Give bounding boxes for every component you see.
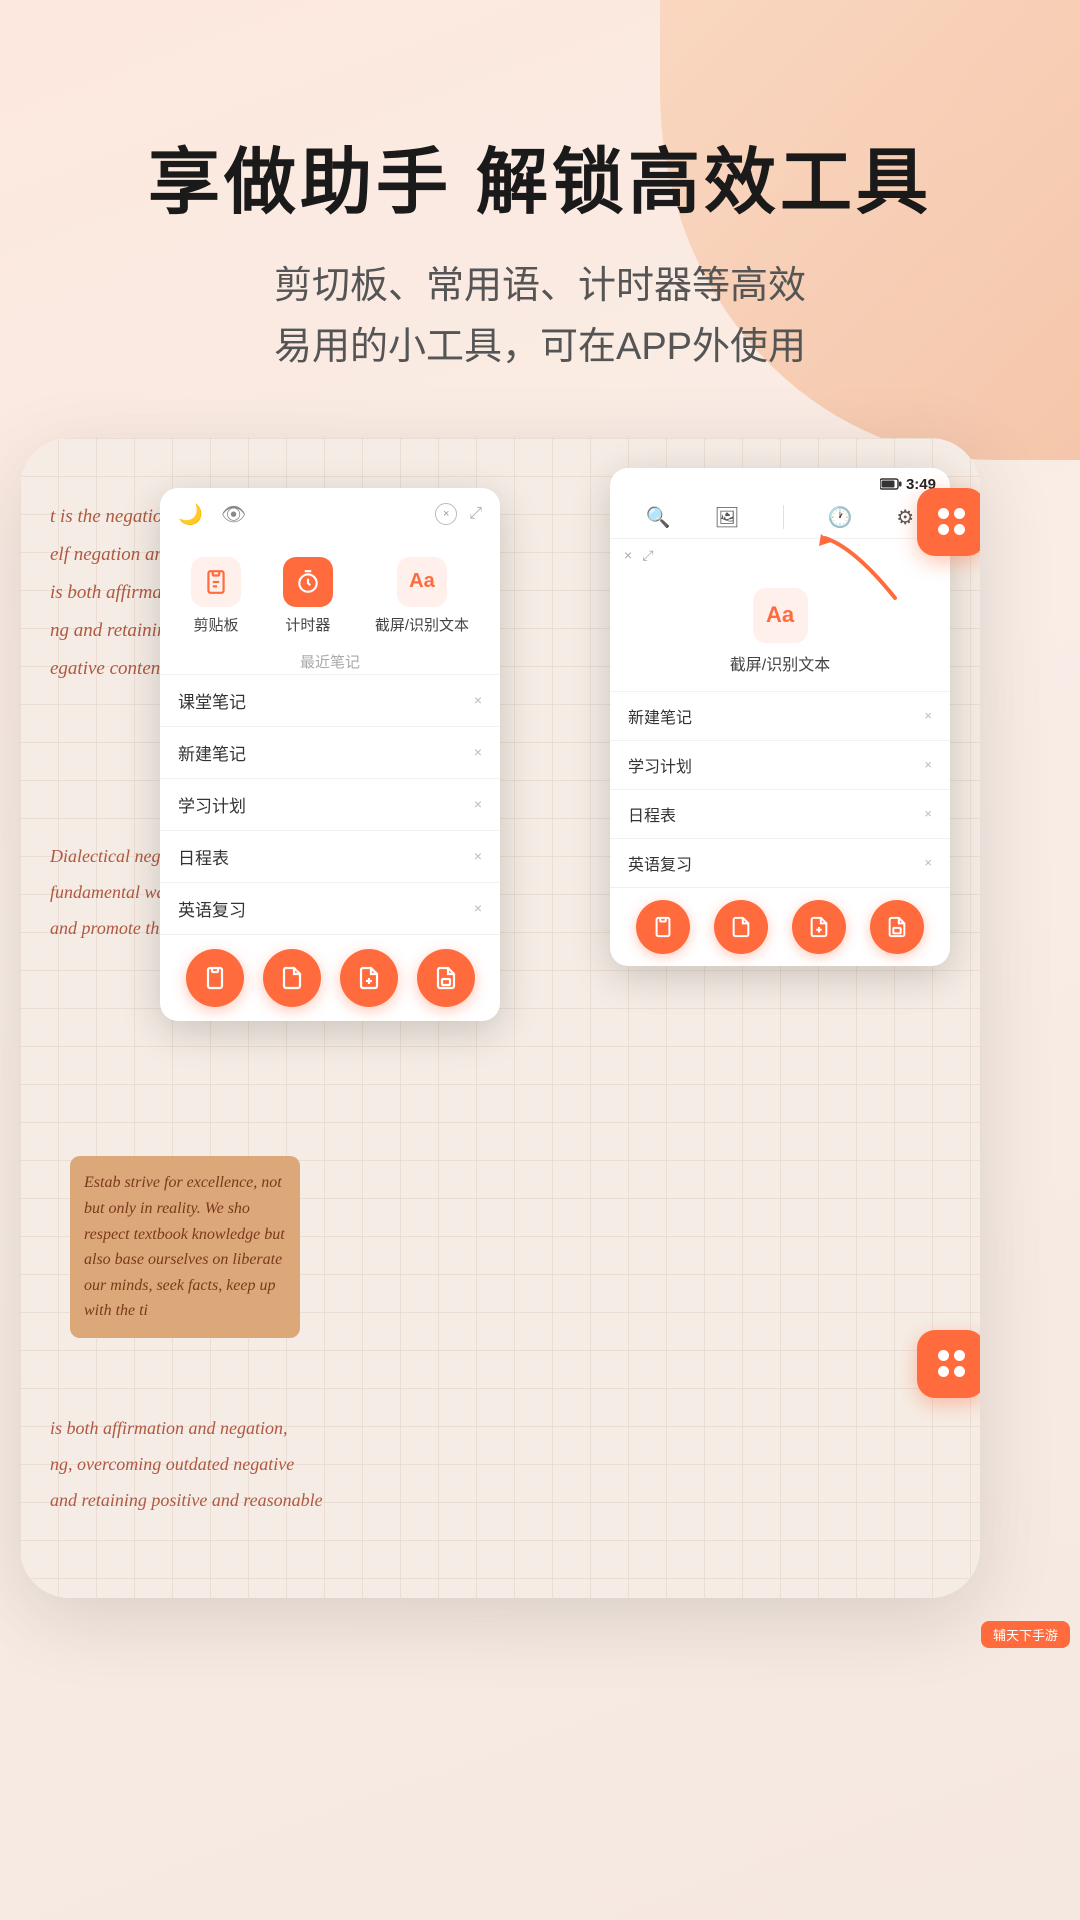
fab-dot-6 xyxy=(954,1350,965,1361)
note-item-5[interactable]: 英语复习 × xyxy=(160,882,500,934)
mini-close-icon[interactable]: × xyxy=(624,547,632,564)
note-name-2: 新建笔记 xyxy=(178,740,246,765)
battery-icon xyxy=(880,478,902,490)
clock-icon[interactable]: 🕐 xyxy=(828,505,853,530)
note-close-1[interactable]: × xyxy=(474,692,482,708)
expand-icon[interactable]: ⤢ xyxy=(469,505,482,523)
action-btn-4[interactable] xyxy=(417,949,475,1007)
right-note-close-2[interactable]: × xyxy=(924,757,932,772)
recent-notes-title: 最近笔记 xyxy=(160,643,500,674)
ocr-label: 截屏/识别文本 xyxy=(730,651,830,675)
mini-expand-icon[interactable]: ⤢ xyxy=(642,547,653,564)
zoom-icon[interactable]: 🔍 xyxy=(646,505,671,530)
tab-clipboard-label: 剪贴板 xyxy=(193,614,238,635)
device-inner: t is the negation of things elf negation… xyxy=(20,438,980,1598)
clipboard-icon xyxy=(191,557,241,607)
ocr-tab-icon: Aa xyxy=(397,557,447,607)
right-note-close-3[interactable]: × xyxy=(924,806,932,821)
action-btn-1[interactable] xyxy=(186,949,244,1007)
device-card: t is the negation of things elf negation… xyxy=(20,438,980,1598)
note-item-2[interactable]: 新建笔记 × xyxy=(160,726,500,778)
right-note-name-4: 英语复习 xyxy=(628,851,692,875)
page-wrapper: 享做助手 解锁高效工具 剪切板、常用语、计时器等高效 易用的小工具，可在APP外… xyxy=(0,0,1080,1920)
status-bar: 3:49 xyxy=(610,468,950,497)
right-note-item-2[interactable]: 学习计划 × xyxy=(610,740,950,789)
popup-topbar: 🌙 👁 × ⤢ xyxy=(160,488,500,541)
action-btn-2[interactable] xyxy=(263,949,321,1007)
right-action-buttons xyxy=(610,887,950,966)
timer-icon xyxy=(283,557,333,607)
right-action-btn-3[interactable] xyxy=(792,900,846,954)
fab-app-launcher-bottom[interactable] xyxy=(917,1330,980,1398)
screenshot-container: t is the negation of things elf negation… xyxy=(0,418,1080,1658)
fab-dot-3 xyxy=(938,524,949,535)
note-close-5[interactable]: × xyxy=(474,900,482,916)
tab-ocr-label: 截屏/识别文本 xyxy=(375,614,469,635)
right-note-name-2: 学习计划 xyxy=(628,753,692,777)
right-note-close-1[interactable]: × xyxy=(924,708,932,723)
fab-dot-7 xyxy=(938,1366,949,1377)
tab-clipboard[interactable]: 剪贴板 xyxy=(191,557,241,635)
popup-right-icons: × ⤢ xyxy=(435,503,482,525)
note-name-1: 课堂笔记 xyxy=(178,688,246,713)
fab-dot-5 xyxy=(938,1350,949,1361)
action-buttons-row xyxy=(160,934,500,1021)
right-action-btn-2[interactable] xyxy=(714,900,768,954)
fab-dot-8 xyxy=(954,1366,965,1377)
fab-dot-4 xyxy=(954,524,965,535)
right-action-btn-4[interactable] xyxy=(870,900,924,954)
note-item-3[interactable]: 学习计划 × xyxy=(160,778,500,830)
right-note-name-3: 日程表 xyxy=(628,802,676,826)
fab-dot-2 xyxy=(954,508,965,519)
right-note-item-1[interactable]: 新建笔记 × xyxy=(610,691,950,740)
note-item-1[interactable]: 课堂笔记 × xyxy=(160,674,500,726)
right-note-close-4[interactable]: × xyxy=(924,855,932,870)
close-circle-button[interactable]: × xyxy=(435,503,457,525)
fab-dots-grid-2 xyxy=(934,1346,969,1381)
banner-icons: × ⤢ xyxy=(624,547,653,564)
right-note-name-1: 新建笔记 xyxy=(628,704,692,728)
image-icon[interactable]: 🖼 xyxy=(714,505,739,530)
fab-app-launcher-top[interactable] xyxy=(917,488,980,556)
arrow-indicator xyxy=(805,528,925,613)
toolbar-divider xyxy=(783,505,784,529)
script-text-bottom: is both affirmation and negation, ng, ov… xyxy=(50,1410,430,1518)
hero-subtitle: 剪切板、常用语、计时器等高效 易用的小工具，可在APP外使用 xyxy=(0,256,1080,378)
note-close-2[interactable]: × xyxy=(474,744,482,760)
tab-timer[interactable]: 计时器 xyxy=(283,557,333,635)
note-name-5: 英语复习 xyxy=(178,896,246,921)
note-name-3: 学习计划 xyxy=(178,792,246,817)
note-item-4[interactable]: 日程表 × xyxy=(160,830,500,882)
right-note-item-3[interactable]: 日程表 × xyxy=(610,789,950,838)
watermark-badge: 辅天下手游 xyxy=(981,1621,1070,1648)
note-close-4[interactable]: × xyxy=(474,848,482,864)
left-popup-panel: 🌙 👁 × ⤢ xyxy=(160,488,500,1021)
popup-left-icons: 🌙 👁 xyxy=(178,502,246,527)
note-name-4: 日程表 xyxy=(178,844,229,869)
eye-icon[interactable]: 👁 xyxy=(221,502,246,527)
tab-timer-label: 计时器 xyxy=(285,614,330,635)
tab-ocr[interactable]: Aa 截屏/识别文本 xyxy=(375,557,469,635)
note-close-3[interactable]: × xyxy=(474,796,482,812)
hero-title: 享做助手 解锁高效工具 xyxy=(0,140,1080,226)
sticky-note: Estab strive for excellence, not but onl… xyxy=(70,1156,300,1338)
right-note-item-4[interactable]: 英语复习 × xyxy=(610,838,950,887)
hero-section: 享做助手 解锁高效工具 剪切板、常用语、计时器等高效 易用的小工具，可在APP外… xyxy=(0,0,1080,378)
settings-icon[interactable]: ⚙ xyxy=(896,505,914,530)
tool-tabs: 剪贴板 计时器 xyxy=(160,541,500,643)
ocr-icon[interactable]: Aa xyxy=(753,588,808,643)
fab-dots-grid xyxy=(934,504,969,539)
right-action-btn-1[interactable] xyxy=(636,900,690,954)
moon-icon[interactable]: 🌙 xyxy=(178,502,203,527)
right-note-list: 新建笔记 × 学习计划 × 日程表 × 英语复习 xyxy=(610,691,950,887)
action-btn-3[interactable] xyxy=(340,949,398,1007)
fab-dot-1 xyxy=(938,508,949,519)
